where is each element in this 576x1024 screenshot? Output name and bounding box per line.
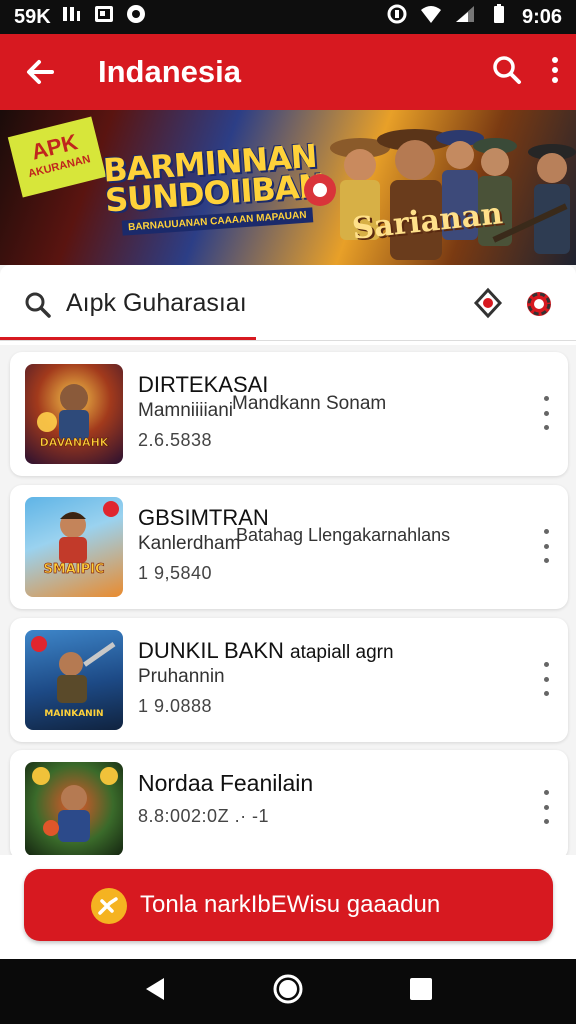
status-speed-text: 59K bbox=[14, 5, 51, 28]
download-button-label: Tonla narkIbEWisu gaaadun bbox=[140, 891, 441, 918]
back-triangle-icon[interactable] bbox=[142, 976, 168, 1007]
thumb-title: DAVANAHK bbox=[40, 436, 109, 449]
search-card: Aıpk Guharasıaı bbox=[0, 265, 576, 345]
list-item[interactable]: Nordaa Feanilain 8.8:002:0Z .· -1 bbox=[10, 750, 568, 860]
game-subtitle: Mamniiiiani Mandkann Sonam bbox=[138, 393, 386, 422]
search-icon[interactable] bbox=[492, 55, 522, 90]
cta-container: Tonla narkIbEWisu gaaadun bbox=[0, 855, 576, 959]
status-bar: 59K 9:06 bbox=[0, 0, 576, 34]
game-name: DUNKIL BAKN atapiall agrn bbox=[138, 638, 394, 664]
game-thumbnail: DAVANAHK bbox=[25, 364, 123, 464]
status-right: 9:06 bbox=[386, 4, 562, 30]
game-version: 2.6.5838 bbox=[138, 430, 213, 450]
game-subtitle: Kanlerdham Batahag Llengakarnahlans bbox=[138, 525, 450, 555]
game-version: 1 9.0888 bbox=[138, 696, 213, 716]
game-thumbnail: MAINKANIN bbox=[25, 630, 123, 730]
app-bar: Indanesia bbox=[0, 34, 576, 110]
game-name-extra: atapiall agrn bbox=[290, 642, 394, 663]
recents-square-icon[interactable] bbox=[408, 976, 434, 1007]
status-left: 59K bbox=[14, 4, 147, 30]
game-publisher: Mamniiiiani bbox=[138, 400, 234, 421]
game-thumbnail bbox=[25, 762, 123, 856]
game-thumbnail: SMAIPIC bbox=[25, 497, 123, 597]
apk-tag: APK AKURANAN bbox=[7, 116, 107, 198]
filter-chip-icon[interactable] bbox=[472, 287, 504, 324]
settings-chip-icon[interactable] bbox=[522, 287, 556, 326]
game-name: Nordaa Feanilain bbox=[138, 770, 314, 796]
thumb-title: MAINKANIN bbox=[44, 709, 103, 719]
system-nav-bar bbox=[0, 959, 576, 1024]
cell-signal-icon bbox=[454, 4, 476, 30]
list-item[interactable]: DAVANAHK DIRTEKASAI Mamniiiiani Mandkann… bbox=[10, 352, 568, 476]
back-arrow-icon[interactable] bbox=[22, 54, 58, 90]
battery-icon bbox=[488, 4, 510, 30]
bolt-icon bbox=[90, 887, 128, 932]
home-circle-icon[interactable] bbox=[272, 973, 304, 1010]
app-bar-actions bbox=[492, 55, 560, 90]
more-vertical-icon[interactable] bbox=[550, 55, 560, 90]
more-vertical-icon[interactable] bbox=[536, 790, 556, 824]
signal-bars-icon bbox=[61, 4, 83, 30]
game-subtitle: Pruhannin bbox=[138, 666, 225, 687]
game-name-main: DUNKIL BAKN bbox=[138, 638, 284, 663]
promo-banner[interactable]: APK AKURANAN BARMINNAN SUNDOIIBAN BARNAU… bbox=[0, 110, 576, 265]
game-version: 8.8:002:0Z .· -1 bbox=[138, 806, 270, 826]
list-item[interactable]: MAINKANIN DUNKIL BAKN atapiall agrn Pruh… bbox=[10, 618, 568, 742]
more-vertical-icon[interactable] bbox=[536, 396, 556, 430]
game-publisher: Kanlerdham bbox=[138, 533, 241, 554]
download-button[interactable]: Tonla narkIbEWisu gaaadun bbox=[24, 869, 553, 941]
game-version: 1 9,5840 bbox=[138, 563, 213, 583]
page-title: Indanesia bbox=[98, 54, 241, 89]
banner-characters-image bbox=[304, 129, 576, 260]
message-icon bbox=[125, 4, 147, 30]
gallery-icon bbox=[93, 4, 115, 30]
list-item[interactable]: SMAIPIC GBSIMTRAN Kanlerdham Batahag Lle… bbox=[10, 485, 568, 609]
status-time: 9:06 bbox=[521, 5, 562, 28]
game-subtitle-extra: Batahag Llengakarnahlans bbox=[236, 525, 451, 545]
thumb-title: SMAIPIC bbox=[43, 562, 104, 577]
data-saver-icon bbox=[386, 4, 408, 30]
wifi-icon bbox=[420, 4, 442, 30]
more-vertical-icon[interactable] bbox=[536, 529, 556, 563]
game-subtitle-extra: Mandkann Sonam bbox=[232, 393, 387, 414]
search-divider bbox=[0, 340, 576, 341]
more-vertical-icon[interactable] bbox=[536, 662, 556, 696]
search-icon[interactable] bbox=[24, 291, 52, 324]
search-input[interactable]: Aıpk Guharasıaı bbox=[66, 289, 247, 318]
